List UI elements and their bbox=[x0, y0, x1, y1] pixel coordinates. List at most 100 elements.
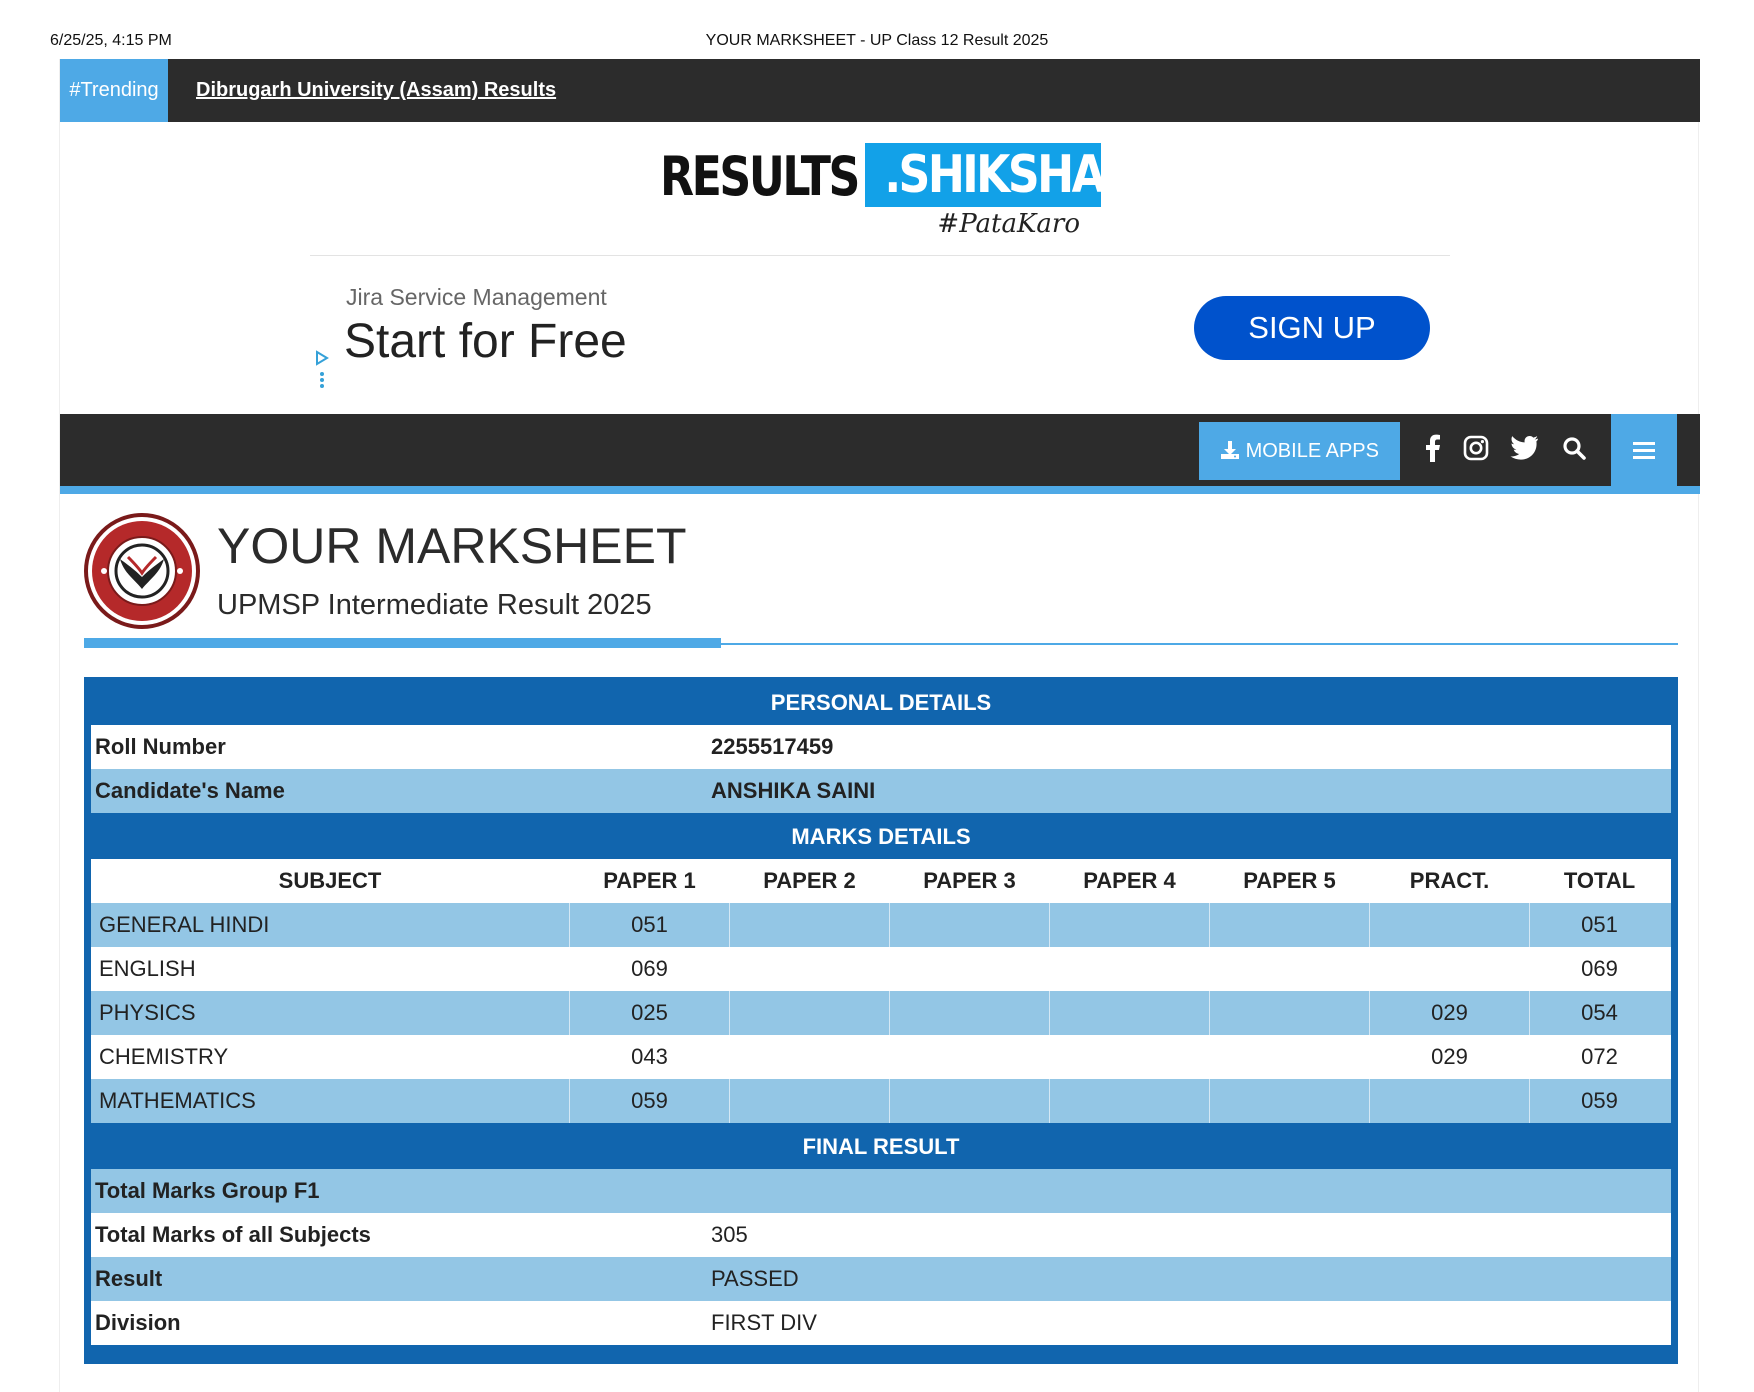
menu-icon bbox=[1633, 442, 1655, 459]
upmsp-emblem bbox=[84, 513, 200, 629]
column-header: SUBJECT bbox=[278, 868, 382, 893]
subject-cell: CHEMISTRY bbox=[99, 1044, 229, 1069]
row-value: 305 bbox=[711, 1222, 748, 1247]
site-logo[interactable]: RESULTS .SHIKSHA #PataKaro bbox=[660, 139, 1110, 249]
logo-shiksha-box: .SHIKSHA bbox=[865, 143, 1106, 207]
total-cell: 051 bbox=[1529, 903, 1669, 947]
row-value: 2255517459 bbox=[711, 734, 834, 759]
print-header: 6/25/25, 4:15 PM YOUR MARKSHEET - UP Cla… bbox=[0, 30, 1754, 54]
final-result-heading: FINAL RESULT bbox=[88, 1125, 1674, 1169]
marks-cell bbox=[729, 903, 889, 947]
column-header: PAPER 3 bbox=[889, 859, 1049, 903]
total-marks-row: Total Marks of all Subjects 305 bbox=[91, 1213, 1671, 1257]
personal-details-section: Roll Number 2255517459 Candidate's Name … bbox=[91, 725, 1671, 813]
total-cell: 054 bbox=[1529, 991, 1669, 1035]
marks-cell bbox=[729, 1035, 889, 1079]
table-row: GENERAL HINDI 051 051 bbox=[91, 903, 1671, 947]
marks-cell: 059 bbox=[569, 1079, 729, 1123]
table-row: CHEMISTRY 043 029 072 bbox=[91, 1035, 1671, 1079]
marks-cell: 025 bbox=[569, 991, 729, 1035]
row-value: ANSHIKA SAINI bbox=[711, 778, 876, 803]
row-label: Total Marks of all Subjects bbox=[95, 1222, 371, 1247]
marks-cell bbox=[1369, 1079, 1529, 1123]
marks-details-section: SUBJECT PAPER 1 PAPER 2 PAPER 3 PAPER 4 … bbox=[91, 859, 1671, 1123]
marks-cell bbox=[729, 1079, 889, 1123]
trending-tag: #Trending bbox=[60, 59, 168, 122]
marks-cell bbox=[1209, 1035, 1369, 1079]
table-row: MATHEMATICS 059 059 bbox=[91, 1079, 1671, 1123]
table-row: PHYSICS 025 029 054 bbox=[91, 991, 1671, 1035]
row-value: FIRST DIV bbox=[711, 1310, 817, 1335]
marksheet-subtitle: UPMSP Intermediate Result 2025 bbox=[217, 589, 652, 621]
page-container: #Trending Dibrugarh University (Assam) R… bbox=[59, 59, 1700, 1392]
column-header: PAPER 1 bbox=[569, 859, 729, 903]
marks-cell bbox=[889, 947, 1049, 991]
subject-cell: MATHEMATICS bbox=[99, 1088, 256, 1113]
row-label: Total Marks Group F1 bbox=[95, 1178, 320, 1203]
print-page-title: YOUR MARKSHEET - UP Class 12 Result 2025 bbox=[705, 32, 1049, 49]
total-cell: 059 bbox=[1529, 1079, 1669, 1123]
row-label: Candidate's Name bbox=[95, 778, 285, 803]
column-header: PRACT. bbox=[1369, 859, 1529, 903]
marks-cell: 043 bbox=[569, 1035, 729, 1079]
candidate-name-row: Candidate's Name ANSHIKA SAINI bbox=[91, 769, 1671, 813]
personal-details-heading: PERSONAL DETAILS bbox=[88, 681, 1674, 725]
marks-cell: 069 bbox=[569, 947, 729, 991]
marks-cell bbox=[1209, 991, 1369, 1035]
mobile-apps-label: MOBILE APPS bbox=[1245, 440, 1379, 462]
marks-cell: 029 bbox=[1369, 991, 1529, 1035]
logo-tagline: #PataKaro bbox=[937, 209, 1080, 239]
marks-cell: 051 bbox=[569, 903, 729, 947]
column-header: PAPER 2 bbox=[729, 859, 889, 903]
marksheet-title: YOUR MARKSHEET bbox=[217, 518, 687, 574]
total-cell: 069 bbox=[1529, 947, 1669, 991]
twitter-icon[interactable] bbox=[1506, 428, 1542, 468]
marks-cell bbox=[889, 903, 1049, 947]
instagram-icon[interactable] bbox=[1458, 428, 1494, 468]
mobile-apps-button[interactable]: MOBILE APPS bbox=[1199, 422, 1400, 480]
marks-cell bbox=[1209, 903, 1369, 947]
subject-cell: GENERAL HINDI bbox=[99, 912, 270, 937]
logo-results-text: RESULTS bbox=[660, 145, 860, 208]
marks-cell bbox=[729, 947, 889, 991]
search-icon[interactable] bbox=[1556, 428, 1592, 468]
total-cell: 072 bbox=[1529, 1035, 1669, 1079]
marks-cell bbox=[1209, 1079, 1369, 1123]
row-label: Result bbox=[95, 1266, 163, 1291]
trending-bar: #Trending Dibrugarh University (Assam) R… bbox=[60, 59, 1700, 122]
marks-cell bbox=[1049, 1079, 1209, 1123]
roll-number-row: Roll Number 2255517459 bbox=[91, 725, 1671, 769]
advertisement[interactable]: Jira Service Management Start for Free S… bbox=[310, 255, 1450, 395]
marks-header-row: SUBJECT PAPER 1 PAPER 2 PAPER 3 PAPER 4 … bbox=[91, 859, 1671, 903]
row-label: Division bbox=[95, 1310, 181, 1335]
adchoices-icon[interactable] bbox=[314, 348, 330, 392]
final-result-section: Total Marks Group F1 Total Marks of all … bbox=[91, 1169, 1671, 1345]
ad-headline: Start for Free bbox=[344, 315, 627, 368]
trending-link[interactable]: Dibrugarh University (Assam) Results bbox=[196, 59, 556, 122]
marks-cell bbox=[1369, 947, 1529, 991]
facebook-icon[interactable] bbox=[1414, 428, 1450, 468]
ad-signup-button[interactable]: SIGN UP bbox=[1194, 296, 1430, 360]
header-divider-accent bbox=[84, 638, 721, 648]
subject-cell: PHYSICS bbox=[99, 1000, 196, 1025]
result-table: PERSONAL DETAILS Roll Number 2255517459 … bbox=[84, 677, 1678, 1364]
marks-cell bbox=[889, 1079, 1049, 1123]
menu-button[interactable] bbox=[1611, 414, 1677, 486]
marks-details-heading: MARKS DETAILS bbox=[88, 815, 1674, 859]
ad-brand: Jira Service Management bbox=[346, 284, 607, 310]
marks-cell bbox=[889, 1035, 1049, 1079]
row-label: Roll Number bbox=[95, 734, 226, 759]
column-header: PAPER 5 bbox=[1209, 859, 1369, 903]
logo-shiksha-text: .SHIKSHA bbox=[884, 145, 1106, 205]
marks-cell bbox=[1209, 947, 1369, 991]
subject-cell: ENGLISH bbox=[99, 956, 196, 981]
marks-cell: 029 bbox=[1369, 1035, 1529, 1079]
marks-cell bbox=[889, 991, 1049, 1035]
column-header: TOTAL bbox=[1529, 859, 1669, 903]
total-marks-group-row: Total Marks Group F1 bbox=[91, 1169, 1671, 1213]
row-value: PASSED bbox=[711, 1266, 799, 1291]
marks-cell bbox=[1049, 1035, 1209, 1079]
marksheet-header: YOUR MARKSHEET UPMSP Intermediate Result… bbox=[84, 513, 1678, 648]
marks-cell bbox=[729, 991, 889, 1035]
marks-cell bbox=[1049, 903, 1209, 947]
